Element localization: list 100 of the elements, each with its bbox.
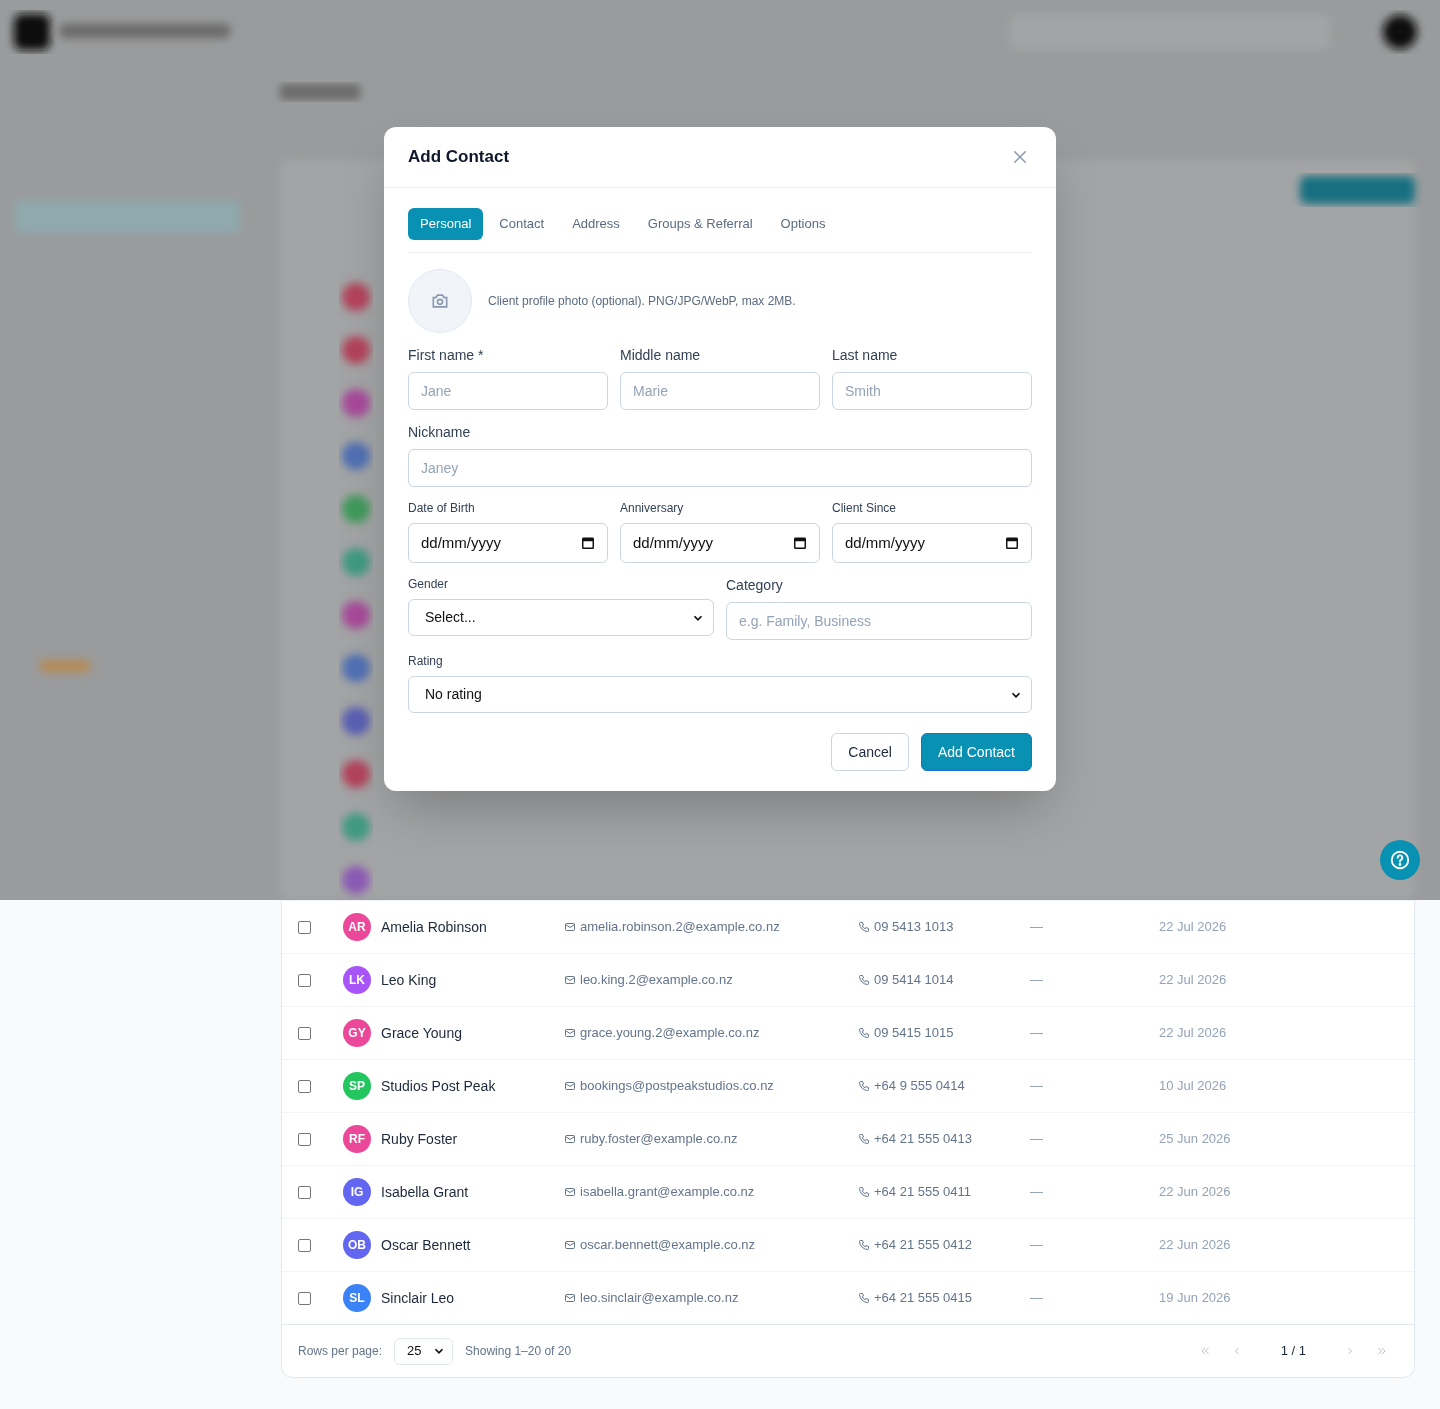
empty-tags: — bbox=[1030, 1290, 1043, 1306]
avatar: OB bbox=[343, 1231, 371, 1259]
field-label: Category bbox=[726, 576, 784, 595]
mail-icon bbox=[564, 1080, 576, 1092]
select-field[interactable]: No rating bbox=[408, 676, 1032, 713]
date-field[interactable]: dd/mm/yyyy bbox=[620, 523, 820, 563]
field-label: Gender bbox=[408, 576, 450, 593]
tab[interactable]: Address bbox=[560, 208, 632, 240]
mail-icon bbox=[564, 921, 576, 933]
calendar-icon bbox=[1005, 536, 1019, 550]
email-link[interactable]: oscar.bennett@example.co.nz bbox=[580, 1235, 756, 1255]
email-link[interactable]: grace.young.2@example.co.nz bbox=[580, 1023, 760, 1043]
created-date: 22 Jul 2026 bbox=[1159, 1024, 1227, 1043]
created-date: 22 Jul 2026 bbox=[1159, 918, 1227, 937]
add-contact-button[interactable]: Add Contact bbox=[920, 733, 1032, 771]
mail-icon bbox=[564, 1027, 576, 1039]
row-checkbox[interactable] bbox=[298, 1079, 311, 1093]
rows-per-page-label: Rows per page: bbox=[298, 1343, 383, 1360]
empty-tags: — bbox=[1030, 1025, 1043, 1041]
select-field[interactable]: Select... bbox=[408, 599, 714, 636]
phone-icon bbox=[858, 1027, 870, 1039]
tab[interactable]: Groups & Referral bbox=[635, 208, 765, 240]
field-label: Anniversary bbox=[620, 500, 685, 517]
rows-per-page-select[interactable]: 25 bbox=[394, 1337, 454, 1365]
contact-name: Sinclair Leo bbox=[381, 1289, 455, 1306]
mail-icon bbox=[564, 1186, 576, 1198]
row-checkbox[interactable] bbox=[298, 1185, 311, 1199]
phone-link[interactable]: +64 21 555 0412 bbox=[874, 1235, 972, 1255]
tab[interactable]: Personal bbox=[408, 208, 484, 240]
email-link[interactable]: leo.king.2@example.co.nz bbox=[580, 970, 733, 990]
email-link[interactable]: leo.sinclair@example.co.nz bbox=[580, 1288, 739, 1308]
created-date: 22 Jun 2026 bbox=[1159, 1183, 1231, 1202]
empty-tags: — bbox=[1030, 1237, 1043, 1253]
empty-tags: — bbox=[1030, 919, 1043, 935]
field-label: Middle name bbox=[620, 346, 702, 365]
field-label: Date of Birth bbox=[408, 500, 476, 517]
dialog-title: Add Contact bbox=[408, 146, 510, 169]
row-checkbox[interactable] bbox=[298, 1026, 311, 1040]
tab[interactable]: Contact bbox=[487, 208, 557, 240]
field-label: First name * bbox=[408, 346, 485, 365]
phone-link[interactable]: +64 21 555 0413 bbox=[874, 1129, 972, 1149]
field-label: Client Since bbox=[832, 500, 898, 517]
mail-icon bbox=[564, 1133, 576, 1145]
phone-link[interactable]: 09 5414 1014 bbox=[874, 970, 954, 990]
field-label: Last name bbox=[832, 346, 899, 365]
close-icon bbox=[1011, 148, 1029, 166]
contact-name: Leo King bbox=[381, 971, 437, 988]
text-field[interactable]: Jane bbox=[408, 372, 608, 410]
avatar: LK bbox=[343, 966, 371, 994]
created-date: 19 Jun 2026 bbox=[1159, 1289, 1231, 1308]
created-date: 22 Jun 2026 bbox=[1159, 1236, 1231, 1255]
email-link[interactable]: ruby.foster@example.co.nz bbox=[580, 1129, 738, 1149]
text-field[interactable]: Marie bbox=[620, 372, 820, 410]
phone-link[interactable]: 09 5413 1013 bbox=[874, 917, 954, 937]
contact-name: Ruby Foster bbox=[381, 1130, 458, 1147]
row-checkbox[interactable] bbox=[298, 1132, 311, 1146]
row-checkbox[interactable] bbox=[298, 1291, 311, 1305]
avatar: RF bbox=[343, 1125, 371, 1153]
cancel-button[interactable]: Cancel bbox=[831, 733, 909, 771]
row-checkbox[interactable] bbox=[298, 920, 311, 934]
text-field[interactable]: Janey bbox=[408, 449, 1032, 487]
phone-icon bbox=[858, 1186, 870, 1198]
contact-name: Isabella Grant bbox=[381, 1183, 469, 1200]
phone-link[interactable]: 09 5415 1015 bbox=[874, 1023, 954, 1043]
email-link[interactable]: isabella.grant@example.co.nz bbox=[580, 1182, 755, 1202]
date-field[interactable]: dd/mm/yyyy bbox=[408, 523, 608, 563]
phone-icon bbox=[858, 921, 870, 933]
empty-tags: — bbox=[1030, 1078, 1043, 1094]
avatar: AR bbox=[343, 913, 371, 941]
phone-link[interactable]: +64 21 555 0415 bbox=[874, 1288, 972, 1308]
row-checkbox[interactable] bbox=[298, 973, 311, 987]
calendar-icon bbox=[793, 536, 807, 550]
phone-link[interactable]: +64 9 555 0414 bbox=[874, 1076, 965, 1096]
contact-name: Oscar Bennett bbox=[381, 1236, 471, 1253]
tab[interactable]: Options bbox=[768, 208, 838, 240]
phone-link[interactable]: +64 21 555 0411 bbox=[874, 1182, 971, 1202]
page-indicator: 1 / 1 bbox=[1280, 1342, 1306, 1361]
date-field[interactable]: dd/mm/yyyy bbox=[832, 523, 1032, 563]
camera-icon bbox=[430, 291, 450, 311]
contact-name: Studios Post Peak bbox=[381, 1077, 496, 1094]
mail-icon bbox=[564, 974, 576, 986]
row-checkbox[interactable] bbox=[298, 1238, 311, 1252]
email-link[interactable]: bookings@postpeakstudios.co.nz bbox=[580, 1076, 774, 1096]
mail-icon bbox=[564, 1292, 576, 1304]
email-link[interactable]: amelia.robinson.2@example.co.nz bbox=[580, 917, 780, 937]
last-page-icon bbox=[1376, 1345, 1388, 1357]
avatar: SL bbox=[343, 1284, 371, 1312]
created-date: 22 Jul 2026 bbox=[1159, 971, 1227, 990]
phone-icon bbox=[858, 1239, 870, 1251]
text-field[interactable]: e.g. Family, Business bbox=[726, 602, 1032, 640]
contact-name: Grace Young bbox=[381, 1024, 462, 1041]
avatar: GY bbox=[343, 1019, 371, 1047]
empty-tags: — bbox=[1030, 1184, 1043, 1200]
avatar: SP bbox=[343, 1072, 371, 1100]
photo-hint: Client profile photo (optional). PNG/JPG/WebP, max 2MB. bbox=[488, 293, 796, 310]
created-date: 25 Jun 2026 bbox=[1159, 1130, 1231, 1149]
created-date: 10 Jul 2026 bbox=[1159, 1077, 1227, 1096]
text-field[interactable]: Smith bbox=[832, 372, 1032, 410]
phone-icon bbox=[858, 1292, 870, 1304]
showing-count: Showing 1–20 of 20 bbox=[465, 1343, 572, 1360]
